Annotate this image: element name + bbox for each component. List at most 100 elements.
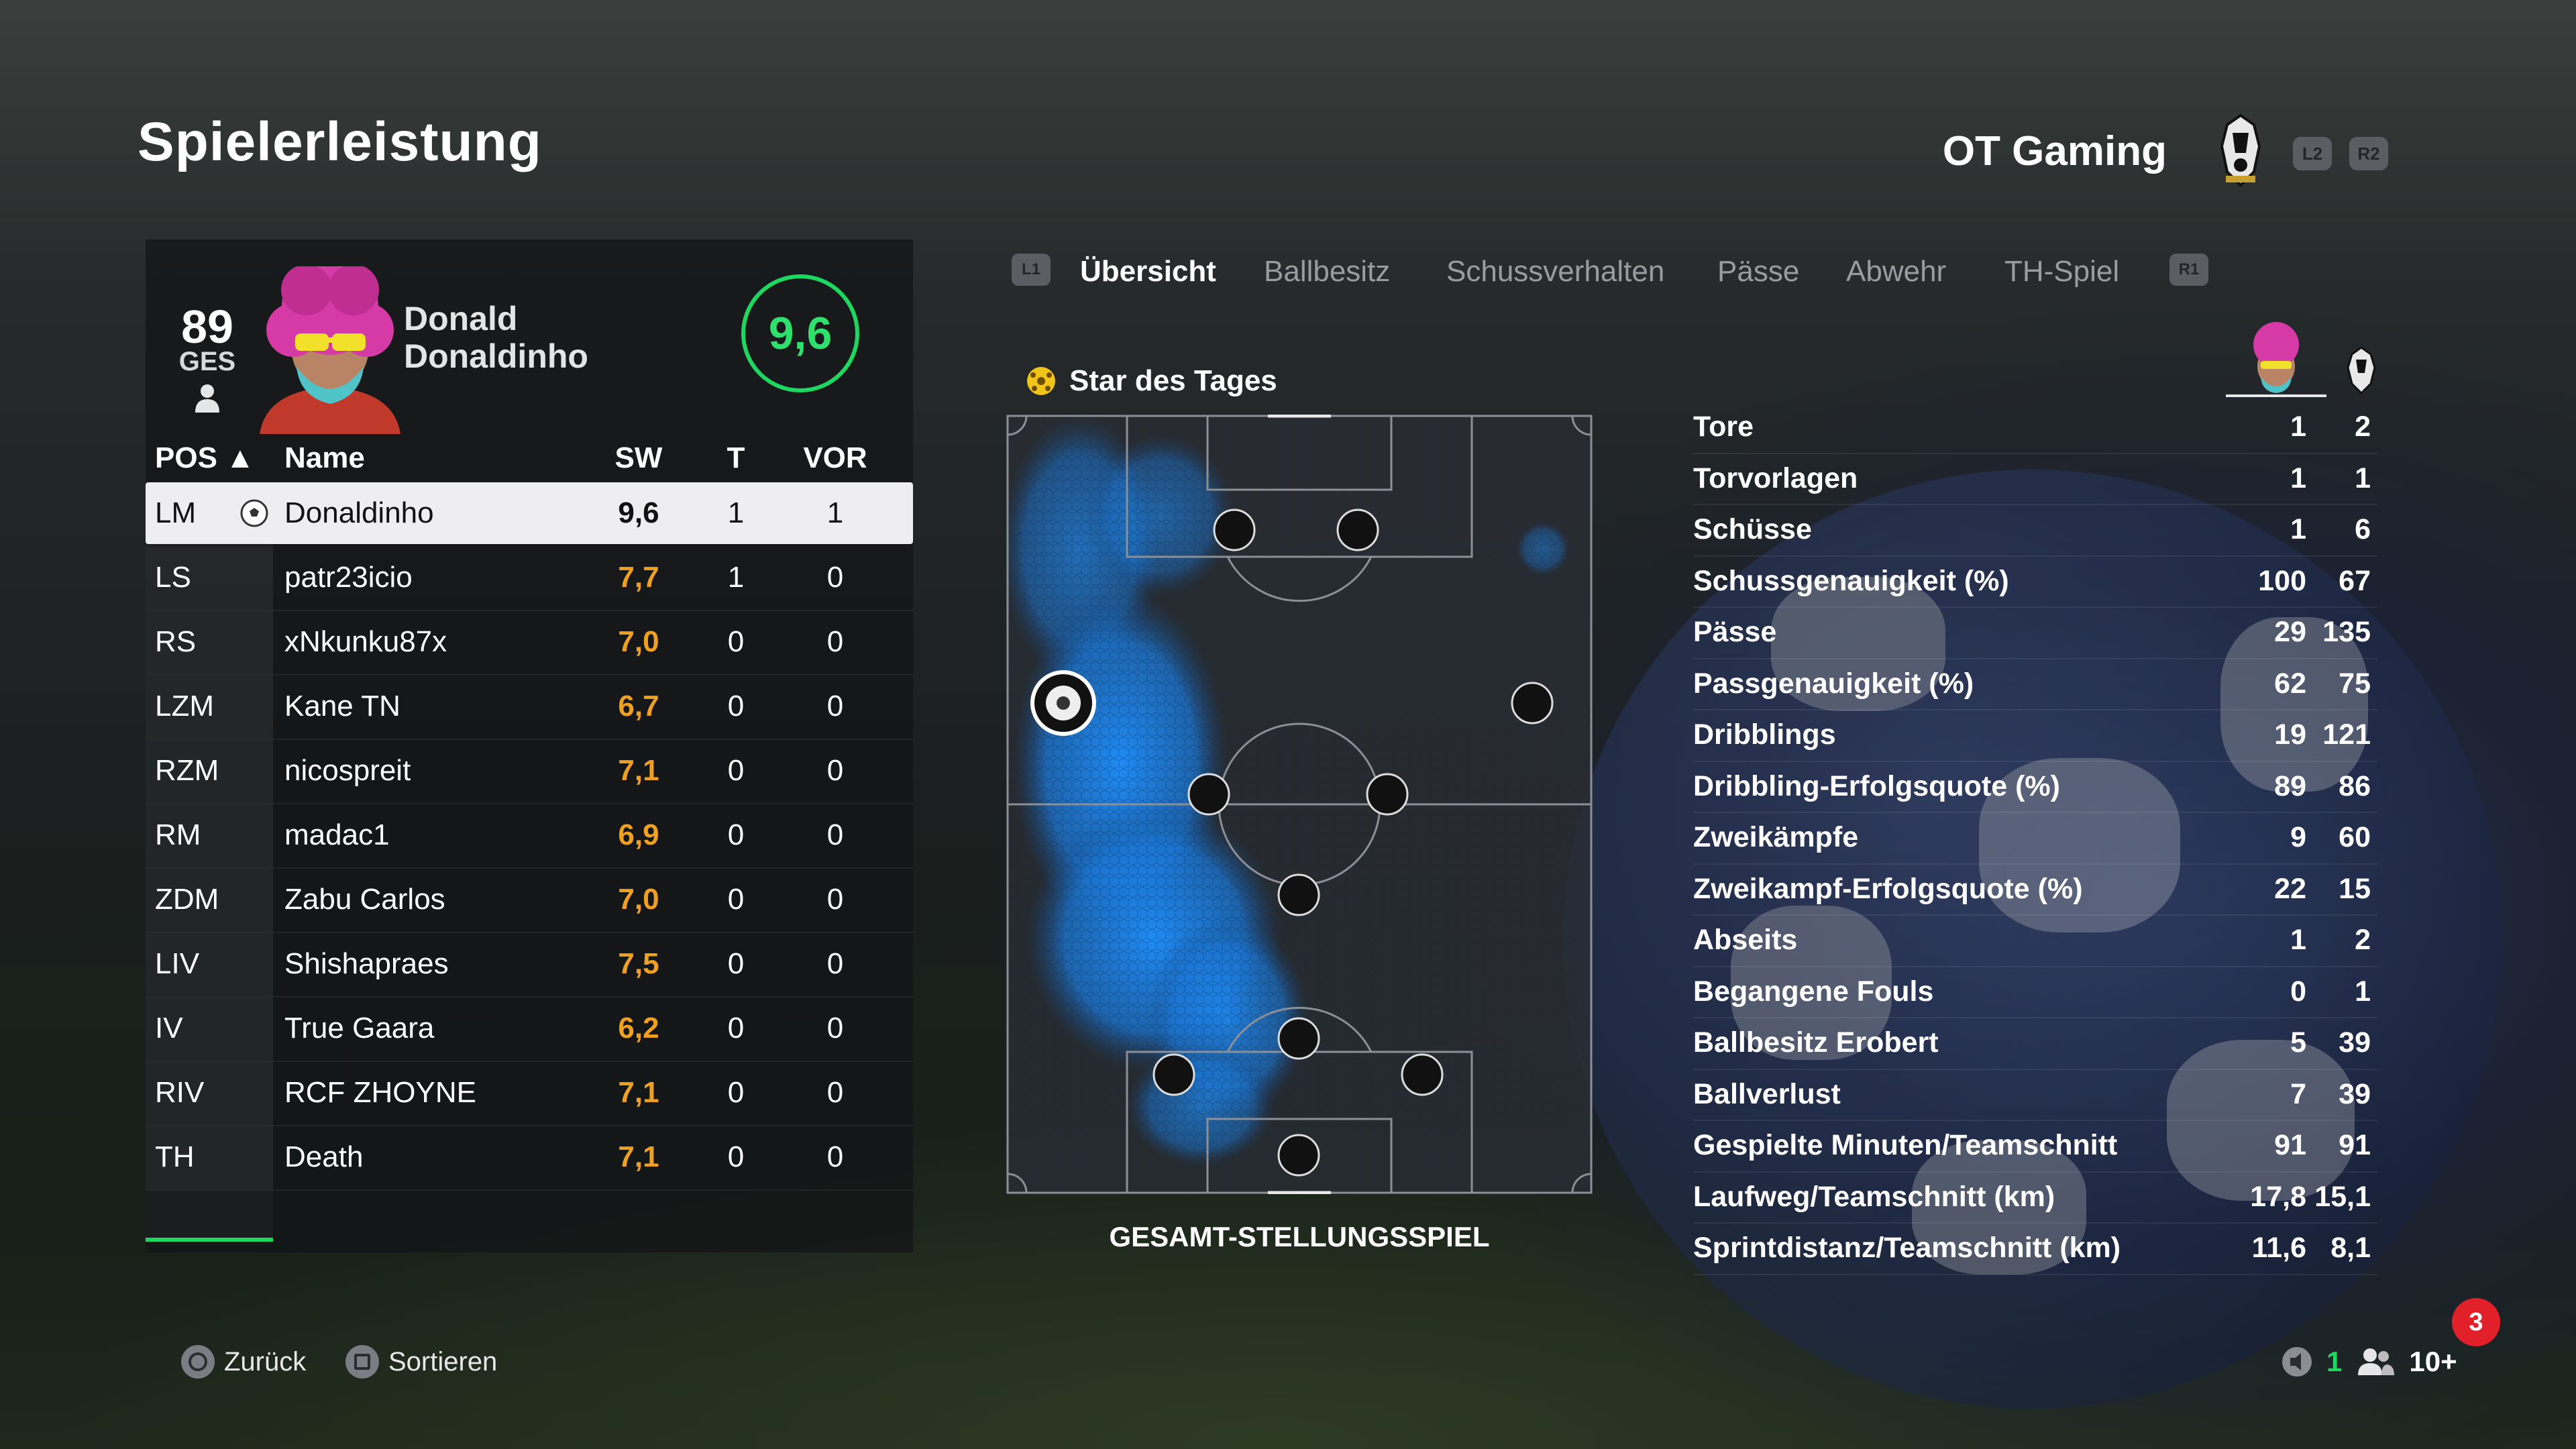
row-name: RCF ZHOYNE <box>284 1076 476 1109</box>
table-row[interactable]: RM madac1 6,9 0 0 <box>146 804 913 869</box>
table-row[interactable]: LM Donaldinho 9,6 1 1 <box>146 482 913 544</box>
stat-row: Ballbesitz Erobert 5 39 <box>1693 1018 2377 1070</box>
stat-label: Dribblings <box>1693 718 1836 751</box>
header-vor[interactable]: VOR <box>795 434 875 482</box>
l1-button[interactable]: L1 <box>1012 254 1051 286</box>
team-ratings-panel: 89 GES Donald Donaldinho 9,6 POS ▲ Name … <box>146 239 913 1252</box>
l2-button[interactable]: L2 <box>2293 137 2332 170</box>
row-pos: RIV <box>155 1076 205 1109</box>
row-name: nicospreit <box>284 754 411 787</box>
row-assists: 0 <box>826 1140 844 1173</box>
tab-uebersicht[interactable]: Übersicht <box>1080 248 1216 295</box>
row-pos: ZDM <box>155 883 219 916</box>
friends-icon <box>2358 1348 2395 1375</box>
table-body: LM Donaldinho 9,6 1 1 LS patr23icio 7,7 1 0 RS xNku… <box>146 482 913 1191</box>
tab-ballbesitz[interactable]: Ballbesitz <box>1264 248 1390 295</box>
table-row[interactable]: LS patr23icio 7,7 1 0 <box>146 547 913 611</box>
tab-abwehr[interactable]: Abwehr <box>1846 248 1946 295</box>
sort-label: Sortieren <box>388 1346 498 1377</box>
back-button[interactable]: Zurück <box>181 1345 306 1379</box>
row-goals: 0 <box>727 1012 745 1044</box>
players-count: 10+ <box>2409 1346 2457 1377</box>
stat-player-value: 100 <box>2258 564 2306 597</box>
row-goals: 0 <box>727 818 745 851</box>
stat-label: Laufweg/Teamschnitt (km) <box>1693 1180 2055 1213</box>
stat-row: Zweikampf-Erfolgsquote (%) 22 15 <box>1693 865 2377 916</box>
stat-team-value: 2 <box>2355 411 2371 443</box>
stat-player-value: 29 <box>2274 616 2306 648</box>
marker-ls <box>1213 508 1256 551</box>
table-row[interactable]: TH Death 7,1 0 0 <box>146 1126 913 1191</box>
tab-schussverhalten[interactable]: Schussverhalten <box>1446 248 1664 295</box>
table-row[interactable]: RS xNkunku87x 7,0 0 0 <box>146 611 913 676</box>
player-last-name: Donaldinho <box>404 337 588 375</box>
soccer-ball-icon <box>240 499 268 527</box>
stat-row: Zweikämpfe 9 60 <box>1693 813 2377 865</box>
marker-th <box>1277 1134 1320 1177</box>
row-pos: RZM <box>155 754 219 787</box>
row-assists: 0 <box>826 818 844 851</box>
stat-team-value: 60 <box>2339 821 2371 853</box>
table-header: POS ▲ Name SW T VOR <box>146 434 913 482</box>
stat-label: Torvorlagen <box>1693 462 1858 494</box>
stat-row: Torvorlagen 1 1 <box>1693 454 2377 505</box>
header-t[interactable]: T <box>716 434 756 482</box>
stat-label: Ballbesitz Erobert <box>1693 1026 1939 1059</box>
table-row[interactable]: RZM nicospreit 7,1 0 0 <box>146 740 913 804</box>
player-overall: 89 <box>181 301 233 353</box>
player-column-avatar-icon <box>2226 322 2326 397</box>
table-row[interactable]: IV True Gaara 6,2 0 0 <box>146 998 913 1062</box>
row-pos: RM <box>155 818 201 851</box>
speaker-muted-icon <box>2282 1347 2312 1377</box>
stat-label: Schussgenauigkeit (%) <box>1693 564 2009 597</box>
row-assists: 0 <box>826 561 844 594</box>
stat-label: Dribbling-Erfolgsquote (%) <box>1693 769 2060 802</box>
row-assists: 0 <box>826 883 844 916</box>
row-goals: 0 <box>727 947 745 980</box>
row-assists: 0 <box>826 690 844 722</box>
r1-button[interactable]: R1 <box>2169 254 2208 286</box>
header-sw[interactable]: SW <box>602 434 676 482</box>
row-pos: IV <box>155 1012 183 1044</box>
marker-zdm <box>1277 873 1320 916</box>
row-rating: 9,6 <box>618 496 659 529</box>
stat-label: Schüsse <box>1693 513 1812 545</box>
header-pos[interactable]: POS ▲ <box>155 434 255 482</box>
row-pos: LM <box>155 496 197 529</box>
table-row[interactable]: LZM Kane TN 6,7 0 0 <box>146 676 913 740</box>
r2-button[interactable]: R2 <box>2349 137 2388 170</box>
stat-team-value: 15,1 <box>2314 1180 2371 1213</box>
stat-team-value: 1 <box>2355 462 2371 494</box>
tab-th-spiel[interactable]: TH-Spiel <box>2004 248 2119 295</box>
stat-player-value: 1 <box>2290 513 2306 545</box>
table-row[interactable]: ZDM Zabu Carlos 7,0 0 0 <box>146 869 913 933</box>
stat-label: Zweikampf-Erfolgsquote (%) <box>1693 872 2083 905</box>
scroll-indicator <box>146 1238 273 1242</box>
table-row[interactable]: LIV Shishapraes 7,5 0 0 <box>146 933 913 998</box>
row-name: Death <box>284 1140 364 1173</box>
stat-row: Pässe 29 135 <box>1693 608 2377 659</box>
circle-button-icon <box>181 1345 215 1379</box>
row-rating: 6,7 <box>618 690 659 722</box>
table-row[interactable]: RIV RCF ZHOYNE 7,1 0 0 <box>146 1062 913 1126</box>
stat-team-value: 86 <box>2339 769 2371 802</box>
notification-badge[interactable]: 3 <box>2452 1298 2500 1346</box>
page-title: Spielerleistung <box>138 111 542 172</box>
row-rating: 7,7 <box>618 561 659 594</box>
header-name[interactable]: Name <box>284 434 365 482</box>
stat-team-value: 2 <box>2355 924 2371 956</box>
stat-row: Abseits 1 2 <box>1693 916 2377 967</box>
marker-riv <box>1401 1053 1444 1096</box>
sort-button[interactable]: Sortieren <box>345 1345 497 1379</box>
row-assists: 1 <box>826 496 844 529</box>
row-assists: 0 <box>826 1076 844 1109</box>
stat-player-value: 91 <box>2274 1129 2306 1161</box>
team-name: OT Gaming <box>1942 128 2167 174</box>
tab-paesse[interactable]: Pässe <box>1717 248 1799 295</box>
player-overall-label: GES <box>178 347 236 376</box>
row-pos: LS <box>155 561 191 594</box>
row-rating: 7,0 <box>618 883 659 916</box>
stat-row: Dribbling-Erfolgsquote (%) 89 86 <box>1693 762 2377 813</box>
stat-row: Gespielte Minuten/Teamschnitt 91 91 <box>1693 1121 2377 1173</box>
stat-player-value: 1 <box>2290 411 2306 443</box>
